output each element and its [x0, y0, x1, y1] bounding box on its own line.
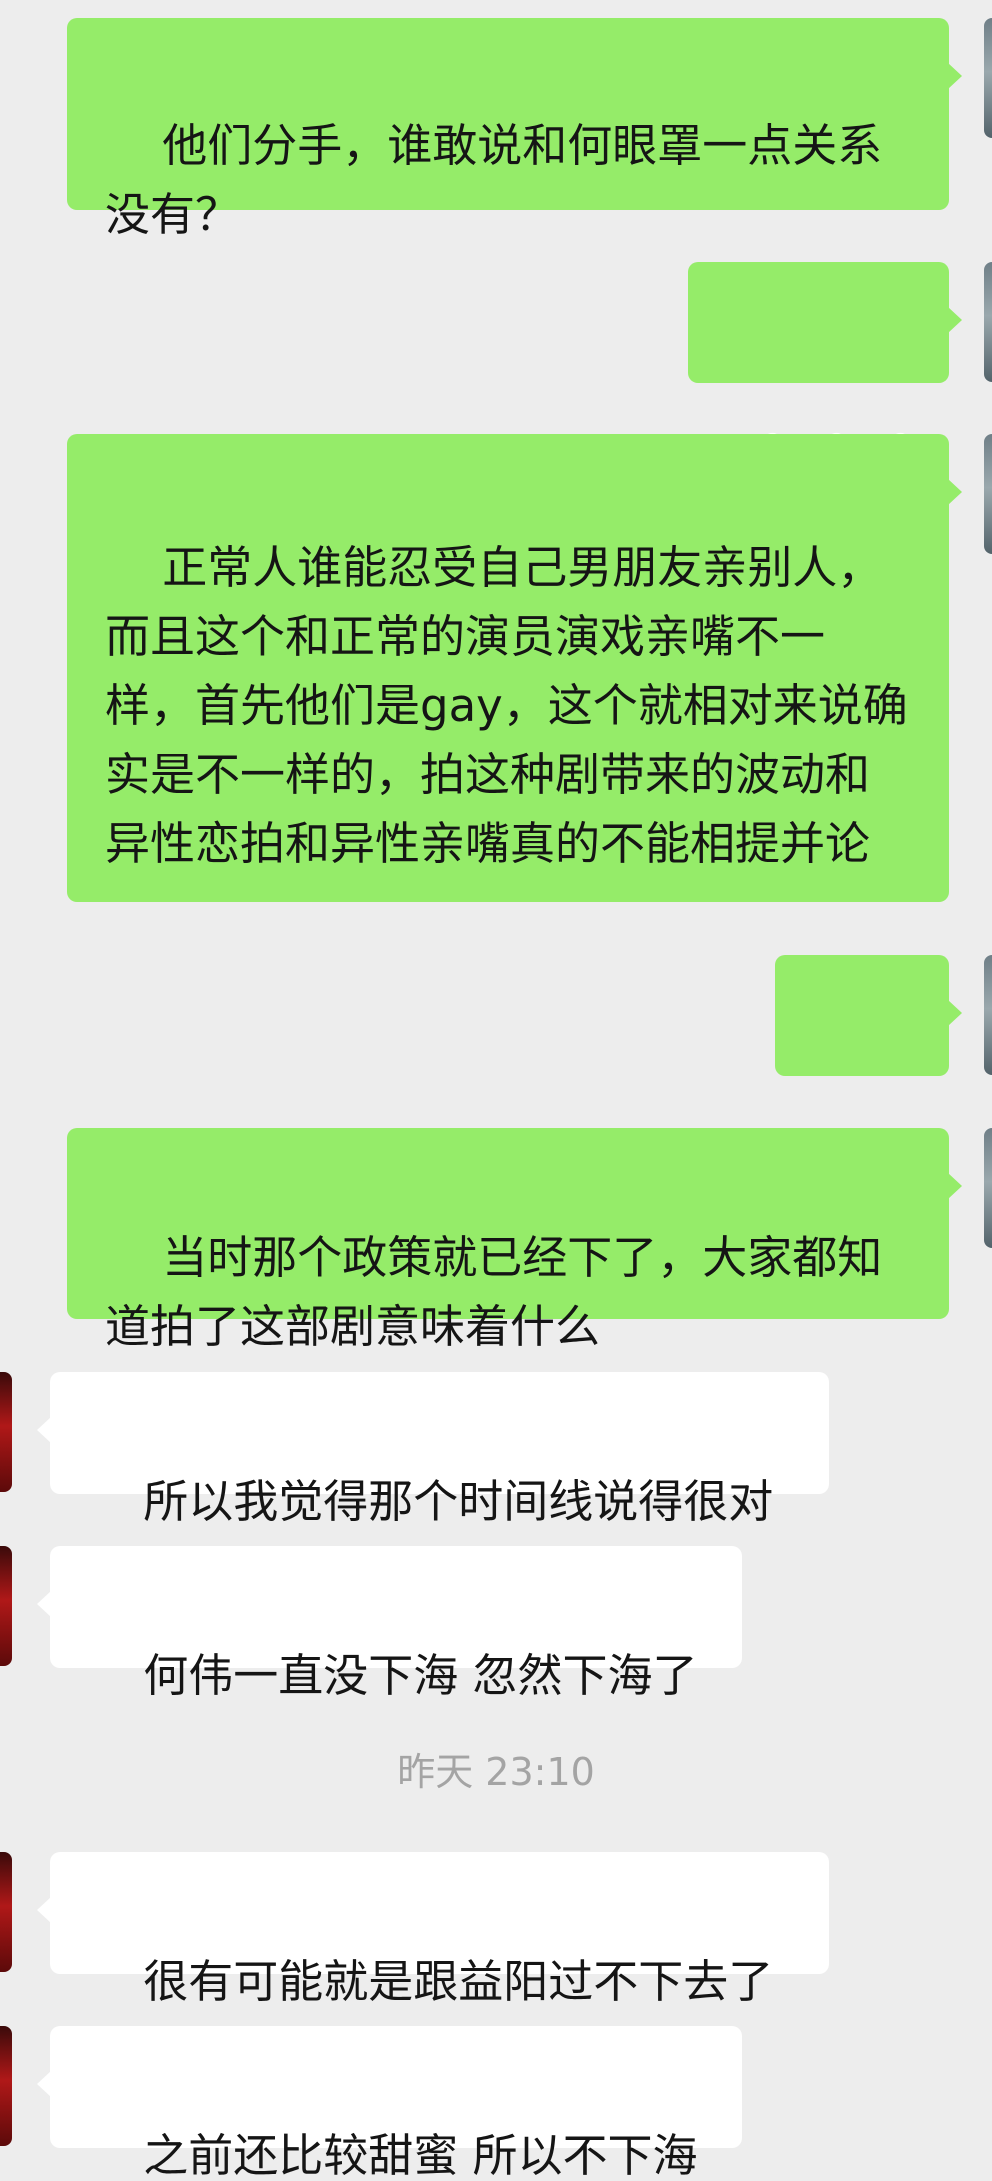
outgoing-message-bubble[interactable]: 他们分手，谁敢说和何眼罩一点关系没有？: [67, 18, 962, 241]
incoming-message-bubble[interactable]: 很有可能就是跟益阳过不下去了: [37, 1852, 829, 2008]
outgoing-message-bubble[interactable]: 正常人谁能忍受自己男朋友亲别人，而且这个和正常的演员演戏亲嘴不一样，首先他们是g…: [67, 434, 962, 902]
message-text: 何伟一直没下海 忽然下海了: [143, 1649, 698, 1702]
contact-avatar[interactable]: [0, 1546, 12, 1666]
outgoing-message-bubble[interactable]: 当时那个政策就已经下了，大家都知道拍了这部剧意味着什么: [67, 1128, 962, 1353]
message-text: 之前还比较甜蜜 所以不下海: [143, 2129, 698, 2181]
user-avatar[interactable]: [984, 955, 992, 1075]
contact-avatar[interactable]: [0, 2026, 12, 2146]
contact-avatar[interactable]: [0, 1372, 12, 1492]
message-text: 当时那个政策就已经下了，大家都知道拍了这部剧意味着什么: [105, 1231, 883, 1353]
contact-avatar[interactable]: [0, 1852, 12, 1972]
user-avatar[interactable]: [984, 434, 992, 554]
message-text: 正常人谁能忍受自己男朋友亲别人，而且这个和正常的演员演戏亲嘴不一样，首先他们是g…: [105, 541, 908, 870]
message-timestamp: 昨天 23:10: [397, 1750, 595, 1794]
incoming-message-bubble[interactable]: 何伟一直没下海 忽然下海了: [37, 1546, 742, 1702]
user-avatar[interactable]: [984, 1128, 992, 1248]
chat-area[interactable]: 他们分手，谁敢说和何眼罩一点关系没有？ ?: [0, 0, 992, 2181]
incoming-message-bubble[interactable]: 之前还比较甜蜜 所以不下海: [37, 2026, 742, 2181]
incoming-message-bubble[interactable]: 所以我觉得那个时间线说得很对: [37, 1372, 829, 1528]
outgoing-emoji-bubble[interactable]: ? ? ?: [688, 262, 962, 486]
user-avatar[interactable]: [984, 262, 992, 382]
message-text: 很有可能就是跟益阳过不下去了: [143, 1955, 774, 2008]
message-text: 所以我觉得那个时间线说得很对: [143, 1475, 774, 1528]
message-text: 他们分手，谁敢说和何眼罩一点关系没有？: [105, 119, 883, 241]
outgoing-message-bubble[interactable]: 而且: [775, 955, 962, 1180]
user-avatar[interactable]: [984, 18, 992, 138]
